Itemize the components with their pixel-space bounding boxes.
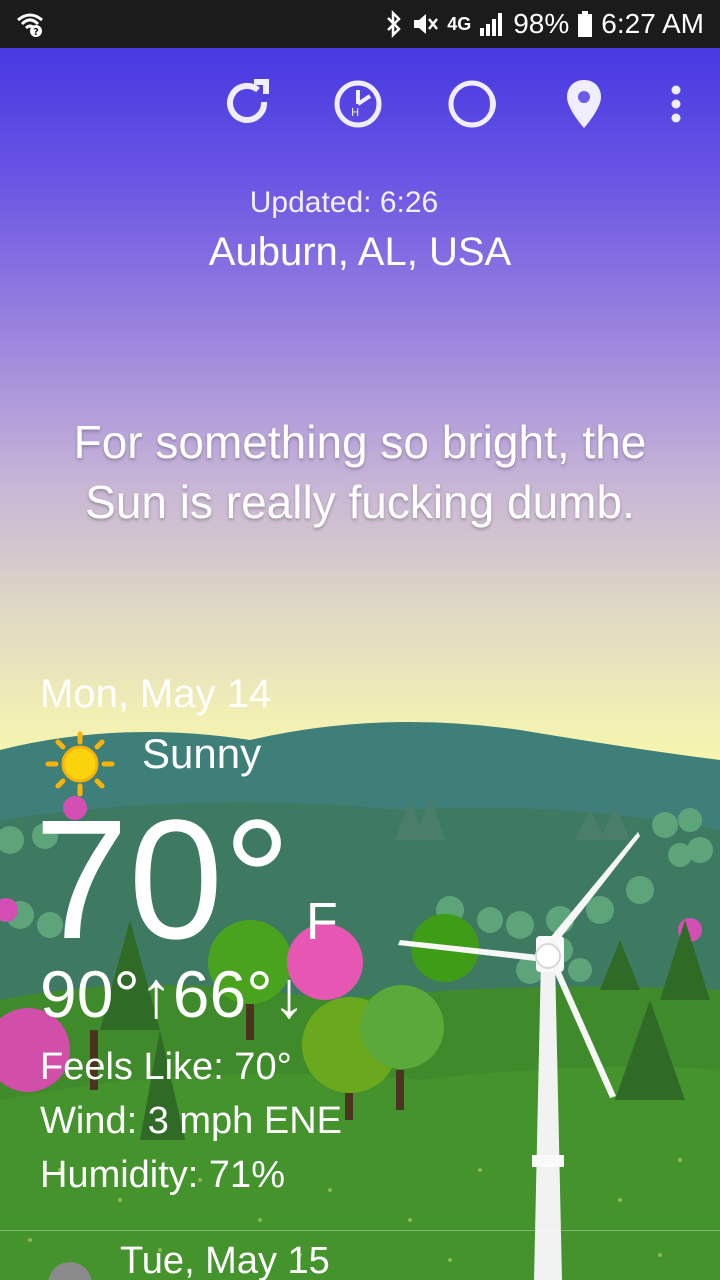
location-button[interactable] <box>554 76 614 136</box>
today-date: Mon, May 14 <box>40 672 272 716</box>
refresh-icon <box>222 78 274 135</box>
toolbar: H <box>0 76 720 136</box>
refresh-button[interactable] <box>218 76 278 136</box>
svg-text:H: H <box>351 106 359 119</box>
overflow-menu-button[interactable] <box>646 76 706 136</box>
high-low-temperature: 90°↑66°↓ <box>40 957 306 1031</box>
forecast-divider <box>0 1230 720 1231</box>
status-bar: ? 4G 98% 6:27 AM <box>0 0 720 48</box>
temperature-unit[interactable]: F <box>306 892 338 952</box>
network-type-label: 4G <box>447 13 472 34</box>
condition-label: Sunny <box>142 730 262 777</box>
current-temperature: 70° <box>34 785 292 975</box>
bluetooth-icon <box>385 10 403 38</box>
wind-info: Wind: 3 mph ENE <box>40 1100 342 1142</box>
forecast-day-tue[interactable]: Tue, May 15 <box>120 1240 330 1280</box>
wifi-question-icon: ? <box>16 11 44 37</box>
weather-quote: For something so bright, the Sun is real… <box>73 416 647 528</box>
hourly-clock-icon: H <box>332 78 384 135</box>
moon-phase-button[interactable] <box>442 76 502 136</box>
location-pin-icon <box>564 78 604 135</box>
mute-icon <box>411 11 439 37</box>
clock: 6:27 AM <box>601 8 704 39</box>
4g-icon: 4G <box>447 14 471 35</box>
more-vert-icon <box>670 84 682 129</box>
moon-phase-icon <box>446 78 498 135</box>
battery-icon <box>577 10 593 38</box>
location-title[interactable]: Auburn, AL, USA <box>0 230 720 275</box>
hourly-forecast-button[interactable]: H <box>328 76 388 136</box>
battery-percent: 98% <box>513 8 570 39</box>
feels-like: Feels Like: 70° <box>40 1046 292 1088</box>
humidity-info: Humidity: 71% <box>40 1154 285 1196</box>
signal-icon <box>479 12 505 36</box>
updated-time: Updated: 6:26 <box>249 186 439 219</box>
svg-text:?: ? <box>33 27 39 37</box>
